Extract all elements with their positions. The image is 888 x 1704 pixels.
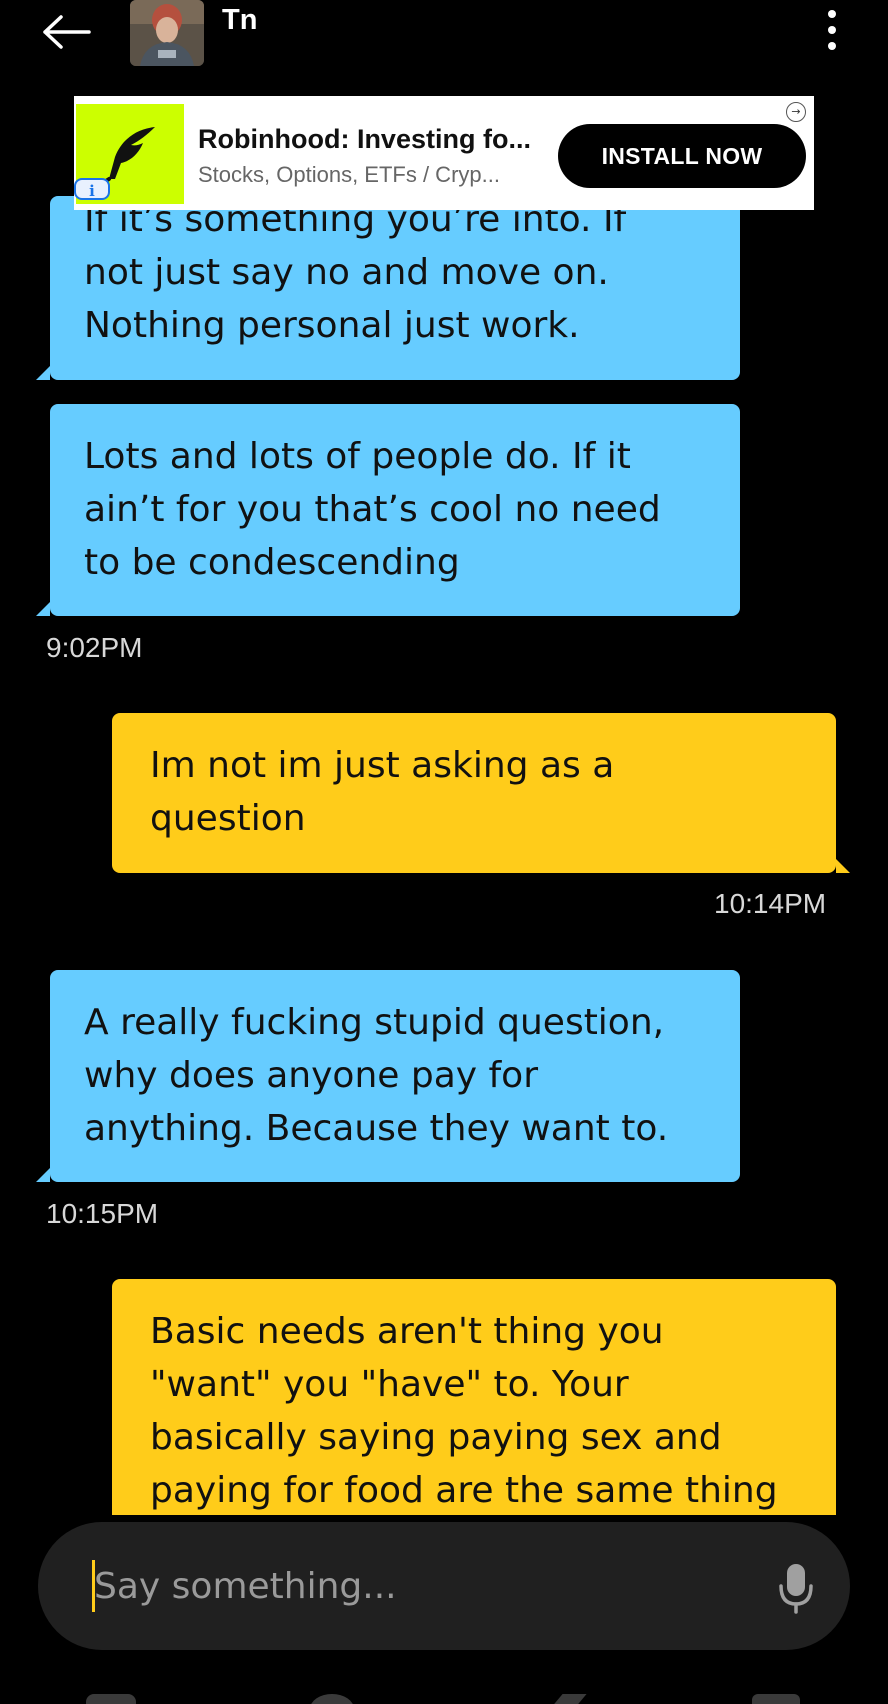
chat-thread[interactable]: If it’s something you’re into. If not ju… [0,0,888,1516]
chat-header: Tn [0,0,888,90]
install-now-button[interactable]: INSTALL NOW [558,124,806,188]
message-timestamp: 10:14PM [714,888,827,919]
avatar[interactable] [130,0,204,66]
message-line: Basic needs aren't thing you [150,1311,664,1352]
arrow-left-icon [43,15,91,49]
message-line: why does anyone pay for [84,1055,539,1096]
ad-info-icon[interactable]: i [74,178,110,200]
bubble-tail [36,366,50,380]
location-icon[interactable] [310,1694,354,1704]
message-timestamp: 10:15PM [46,1198,159,1229]
message-bubble-outgoing[interactable]: Im not im just asking as a question [112,713,836,873]
message-bubble-incoming[interactable]: If it’s something you’re into. If not ju… [50,196,740,380]
message-line: Im not im just asking as a [150,745,615,786]
message-line: A really fucking stupid question, [84,1002,665,1043]
camera-icon[interactable] [86,1694,136,1704]
more-options-button[interactable] [814,4,850,56]
message-bubble-outgoing[interactable]: Basic needs aren't thing you "want" you … [112,1279,836,1515]
message-line: anything. Because they want to. [84,1108,669,1149]
bubble-tail [36,602,50,616]
more-vertical-icon-dot [828,42,836,50]
bubble-tail [36,1168,50,1182]
back-button[interactable] [36,6,96,58]
message-bubble-incoming[interactable]: A really fucking stupid question, why do… [50,970,740,1182]
more-vertical-icon [828,10,836,18]
gallery-icon[interactable] [752,1694,800,1704]
bottom-toolbar [0,1680,888,1704]
message-timestamp: 9:02PM [46,632,143,663]
message-line: Nothing personal just work. [84,305,580,346]
profile-photo [130,0,204,66]
message-bubble-incoming[interactable]: Lots and lots of people do. If it ain’t … [50,404,740,616]
message-line: "want" you "have" to. Your [150,1364,629,1405]
voice-input-button[interactable] [766,1558,826,1618]
bubble-tail [836,859,850,873]
message-line: basically saying paying sex and [150,1417,722,1458]
message-input[interactable] [94,1552,734,1620]
more-vertical-icon-dot [828,26,836,34]
message-line: Lots and lots of people do. If it [84,436,631,477]
contact-name[interactable]: Tn [222,4,257,37]
ad-banner[interactable]: i Robinhood: Investing fo... Stocks, Opt… [74,96,814,210]
message-composer [38,1522,850,1650]
message-line: to be condescending [84,542,460,583]
message-line: not just say no and move on. [84,252,609,293]
microphone-icon [779,1564,813,1614]
message-line: question [150,798,306,839]
message-line: ain’t for you that’s cool no need [84,489,661,530]
ad-title: Robinhood: Investing fo... [198,124,531,154]
ad-subtitle: Stocks, Options, ETFs / Cryp... [198,162,500,187]
send-icon[interactable] [537,1694,587,1704]
adchoices-icon[interactable]: → [786,102,806,122]
message-line: paying for food are the same thing [150,1470,778,1511]
